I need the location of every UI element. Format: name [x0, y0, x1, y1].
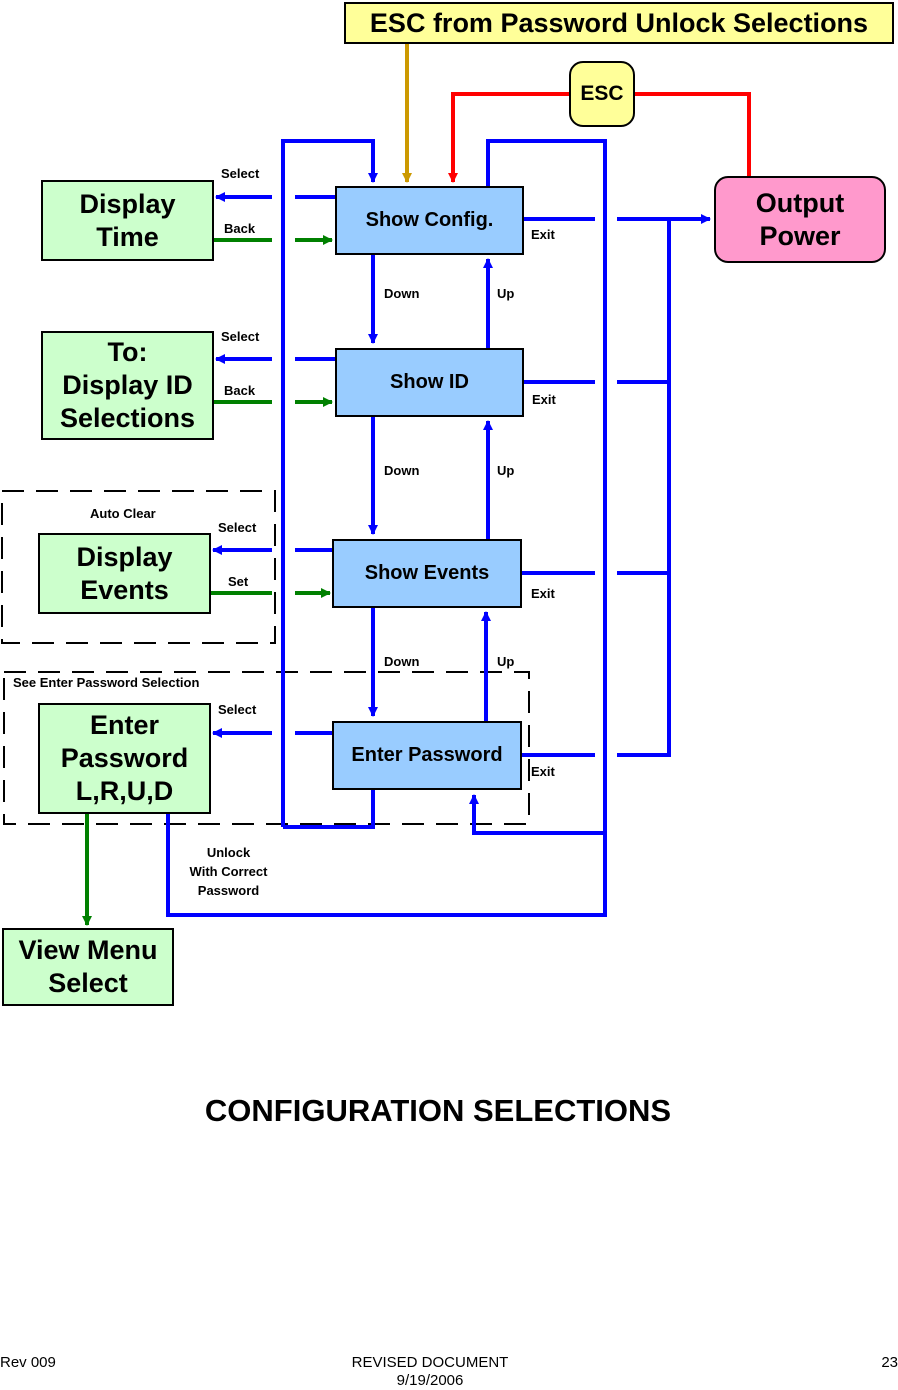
footer-page-number: 23	[881, 1354, 898, 1371]
exit-label: Exit	[531, 227, 555, 242]
select-label: Select	[218, 702, 257, 717]
up-label: Up	[497, 286, 515, 301]
esc-red-line	[635, 92, 751, 176]
up-label: Up	[497, 654, 515, 669]
back-label: Back	[224, 221, 256, 236]
set-label: Set	[228, 574, 249, 589]
down-label: Down	[384, 463, 420, 478]
show-events-node[interactable]: Show Events	[332, 539, 522, 608]
auto-clear-label: Auto Clear	[90, 506, 156, 521]
exit-label: Exit	[531, 764, 555, 779]
enter-password-lrud-node[interactable]: Enter Password L,R,U,D	[38, 703, 211, 814]
up-label: Up	[497, 463, 515, 478]
exit-label: Exit	[531, 586, 555, 601]
esc-banner: ESC from Password Unlock Selections	[344, 2, 894, 44]
down-label: Down	[384, 654, 420, 669]
display-time-node[interactable]: Display Time	[41, 180, 214, 261]
exit-label: Exit	[532, 392, 556, 407]
output-power-node[interactable]: Output Power	[714, 176, 886, 263]
display-id-node[interactable]: To: Display ID Selections	[41, 331, 214, 440]
view-menu-select-node[interactable]: View Menu Select	[2, 928, 174, 1006]
select-label: Select	[221, 166, 260, 181]
display-events-node[interactable]: Display Events	[38, 533, 211, 614]
page-title: CONFIGURATION SELECTIONS	[204, 1093, 672, 1128]
esc-red-arrow	[448, 92, 569, 183]
back-label: Back	[224, 383, 256, 398]
footer-document-status: REVISED DOCUMENT 9/19/2006	[351, 1354, 509, 1389]
show-id-node[interactable]: Show ID	[335, 348, 524, 417]
enter-password-node[interactable]: Enter Password	[332, 721, 522, 790]
show-config-node[interactable]: Show Config.	[335, 186, 524, 255]
unlock-arrow	[469, 794, 605, 835]
footer-revision: Rev 009	[0, 1354, 56, 1371]
select-label: Select	[218, 520, 257, 535]
select-label: Select	[221, 329, 260, 344]
down-label: Down	[384, 286, 420, 301]
see-enter-password-label: See Enter Password Selection	[13, 675, 200, 690]
esc-node[interactable]: ESC	[569, 61, 635, 127]
unlock-label: Unlock With Correct Password	[189, 845, 268, 898]
